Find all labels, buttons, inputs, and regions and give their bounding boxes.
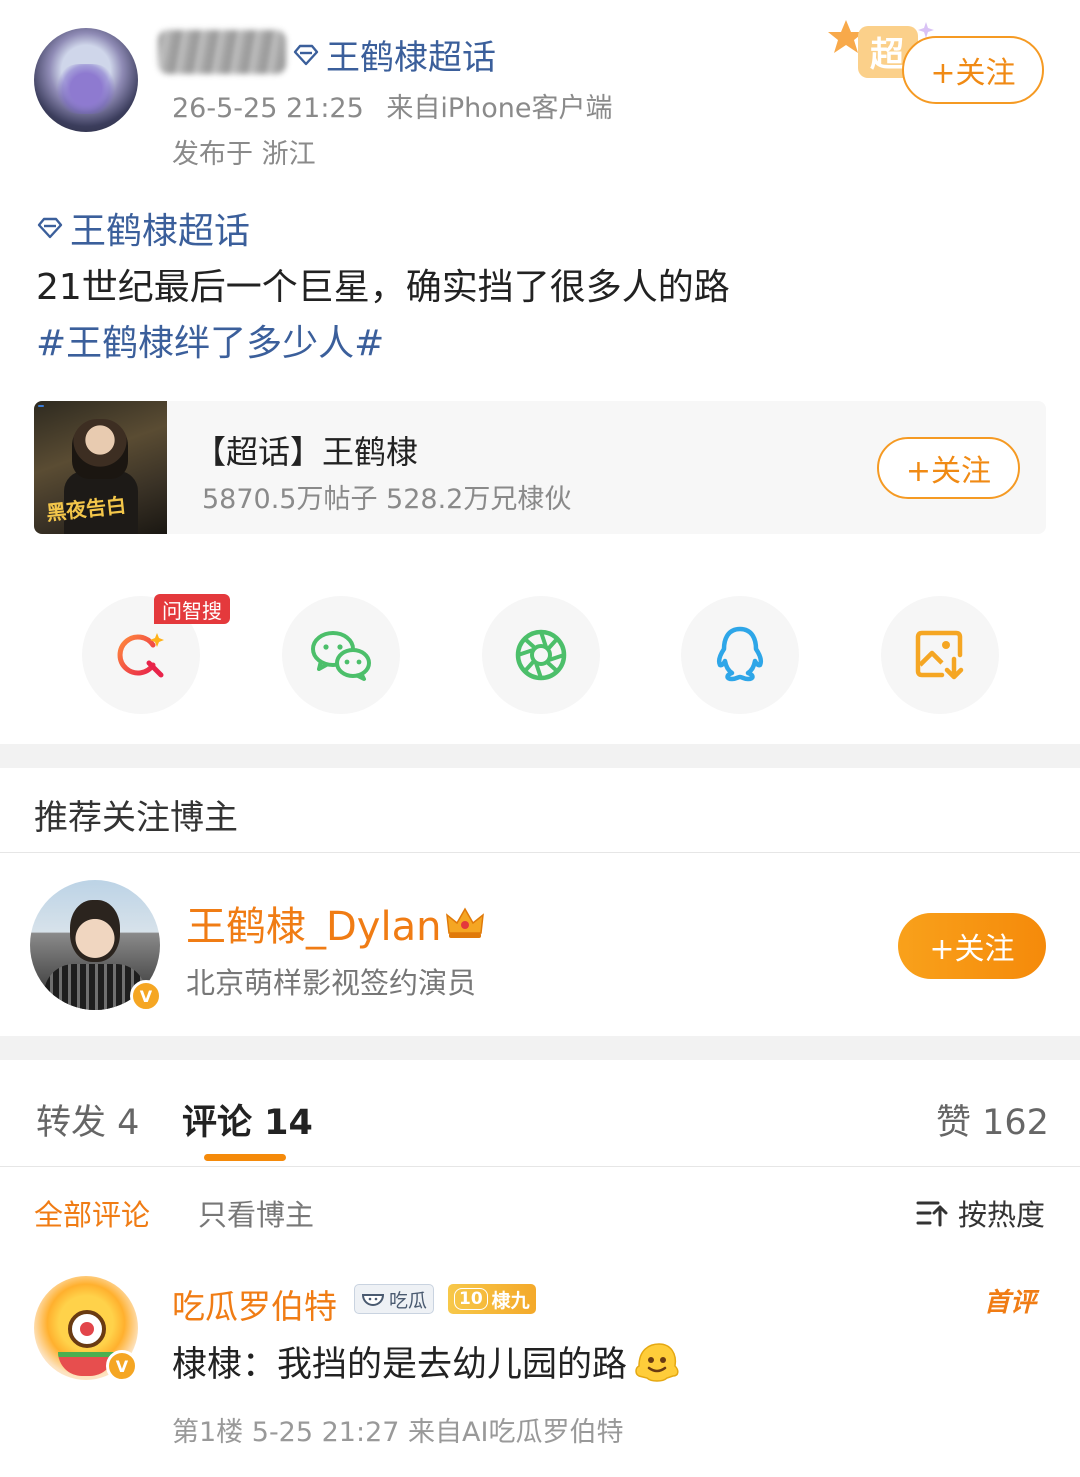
topic-card-stats: 5870.5万帖子 528.2万兄棣伙 [202,484,572,515]
fan-level-number: 10 [454,1288,488,1310]
tab-comment[interactable]: 评论 14 [182,1094,313,1145]
section-divider [0,744,1080,768]
save-image-button[interactable] [881,596,999,714]
sort-by-hot-button[interactable]: 按热度 [916,1192,1045,1234]
post-time: 26-5-25 21:25 [172,93,364,124]
comment-text: 棣棣：我挡的是去幼儿园的路 [172,1336,681,1387]
recommended-user-name-label: 王鹤棣_Dylan [186,904,442,950]
recommended-user-name[interactable]: 王鹤棣_Dylan [186,894,485,952]
topic-card-name: 【超话】王鹤棣 [194,433,419,471]
post-super-topic-label: 王鹤棣超话 [70,211,251,252]
topic-cover-image: 黑夜告白 [34,401,167,534]
super-badge-text: 超 [870,35,905,75]
ai-search-badge: 问智搜 [154,594,230,624]
verified-badge-icon: V [130,980,162,1012]
commenter-name[interactable]: 吃瓜罗伯特 [172,1280,337,1328]
section-divider [0,1036,1080,1060]
melting-face-emoji-icon [635,1342,679,1382]
ai-search-icon [117,633,164,678]
wechat-icon [311,631,371,681]
diamond-icon [37,217,63,239]
divider [0,852,1080,853]
post-super-topic-tag[interactable]: 王鹤棣超话 [36,202,250,254]
super-topic-link-label: 王鹤棣超话 [326,38,496,78]
crown-icon [446,907,485,938]
post-meta: 26-5-25 21:25 来自iPhone客户端 [172,86,613,125]
filter-all-comments[interactable]: 全部评论 [34,1192,150,1234]
post-text: 21世纪最后一个巨星，确实挡了很多人的路 [36,267,730,308]
fan-level-title: 棣九 [491,1289,530,1312]
share-moments-button[interactable] [482,596,600,714]
save-image-icon [915,630,964,680]
tab-like[interactable]: 赞 162 [936,1094,1049,1145]
author-avatar[interactable] [34,28,138,132]
eat-melon-chip[interactable]: 吃瓜 [354,1284,435,1314]
post-hashtag[interactable]: #王鹤棣绊了多少人# [36,314,384,366]
sort-label: 按热度 [958,1198,1046,1232]
post-location: 发布于 浙江 [172,139,316,170]
share-wechat-button[interactable] [282,596,400,714]
verified-badge-icon: V [106,1350,138,1382]
watermelon-icon [361,1294,385,1306]
super-topic-card[interactable]: 黑夜告白 【超话】王鹤棣 5870.5万帖子 528.2万兄棣伙 +关注 [34,401,1046,534]
diamond-icon [293,44,319,65]
eat-melon-chip-label: 吃瓜 [389,1289,428,1312]
share-qq-button[interactable] [681,596,799,714]
super-topic-link[interactable]: 王鹤棣超话 [292,30,496,79]
active-tab-indicator [204,1154,286,1161]
tab-repost[interactable]: 转发 4 [36,1094,139,1145]
first-comment-badge: 首评 [984,1288,1037,1318]
qq-icon [716,626,764,682]
follow-topic-button[interactable]: +关注 [877,437,1020,499]
follow-author-button[interactable]: +关注 [902,36,1044,104]
follow-recommended-button[interactable]: +关注 [898,913,1046,979]
divider [0,1166,1080,1167]
recommended-user-description: 北京萌样影视签约演员 [186,966,477,1000]
comment-meta: 第1楼 5-25 21:27 来自AI吃瓜罗伯特 [172,1417,624,1448]
fan-level-chip[interactable]: 10 棣九 [448,1284,536,1314]
sort-icon [916,1201,948,1227]
author-name-redacted[interactable] [158,30,286,74]
comment-text-body: 棣棣：我挡的是去幼儿园的路 [172,1345,628,1385]
recommend-section-title: 推荐关注博主 [34,798,238,838]
moments-icon [515,629,567,681]
post-source: 来自iPhone客户端 [386,93,613,124]
filter-blogger-only[interactable]: 只看博主 [198,1192,314,1234]
